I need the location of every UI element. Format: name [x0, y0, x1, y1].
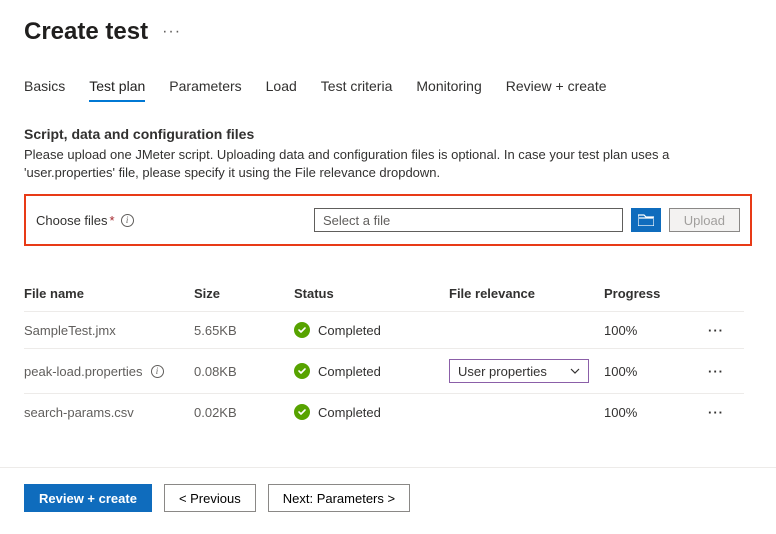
files-table: File name Size Status File relevance Pro… — [24, 276, 744, 430]
file-size-cell: 0.02KB — [194, 405, 294, 420]
section-title: Script, data and configuration files — [24, 126, 752, 142]
footer-bar: Review + create < Previous Next: Paramet… — [0, 467, 776, 512]
file-progress-cell: 100% — [604, 405, 684, 420]
file-select-input[interactable] — [314, 208, 623, 232]
table-row: peak-load.propertiesi0.08KBCompletedUser… — [24, 348, 744, 393]
row-actions-icon[interactable]: ··· — [684, 405, 724, 420]
previous-button[interactable]: < Previous — [164, 484, 256, 512]
info-icon[interactable]: i — [121, 214, 134, 227]
row-actions-icon[interactable]: ··· — [684, 364, 724, 379]
row-actions-icon[interactable]: ··· — [684, 323, 724, 338]
tab-monitoring[interactable]: Monitoring — [416, 74, 481, 102]
file-name-cell: SampleTest.jmx — [24, 323, 194, 338]
tab-load[interactable]: Load — [266, 74, 297, 102]
file-relevance-dropdown[interactable]: User properties — [449, 359, 589, 383]
required-asterisk: * — [110, 213, 115, 228]
tab-basics[interactable]: Basics — [24, 74, 65, 102]
choose-files-label: Choose files * i — [36, 213, 306, 228]
header-size: Size — [194, 286, 294, 301]
page-title: Create test — [24, 18, 148, 46]
header-status: Status — [294, 286, 449, 301]
file-name-cell: search-params.csv — [24, 405, 194, 420]
file-status-cell: Completed — [294, 322, 449, 338]
more-icon[interactable]: ··· — [162, 23, 181, 41]
chevron-down-icon — [570, 364, 580, 379]
file-status-cell: Completed — [294, 363, 449, 379]
upload-button[interactable]: Upload — [669, 208, 740, 232]
file-progress-cell: 100% — [604, 323, 684, 338]
header-progress: Progress — [604, 286, 684, 301]
file-size-cell: 0.08KB — [194, 364, 294, 379]
choose-files-row: Choose files * i Upload — [24, 194, 752, 246]
file-size-cell: 5.65KB — [194, 323, 294, 338]
review-create-button[interactable]: Review + create — [24, 484, 152, 512]
table-row: search-params.csv0.02KBCompleted 100%··· — [24, 393, 744, 430]
tab-bar: Basics Test plan Parameters Load Test criter… — [24, 74, 752, 102]
next-button[interactable]: Next: Parameters > — [268, 484, 410, 512]
header-file-name: File name — [24, 286, 194, 301]
tab-test-criteria[interactable]: Test criteria — [321, 74, 393, 102]
file-name-cell: peak-load.propertiesi — [24, 364, 194, 379]
browse-folder-button[interactable] — [631, 208, 661, 232]
check-circle-icon — [294, 322, 310, 338]
tab-test-plan[interactable]: Test plan — [89, 74, 145, 102]
check-circle-icon — [294, 404, 310, 420]
file-progress-cell: 100% — [604, 364, 684, 379]
header-relevance: File relevance — [449, 286, 604, 301]
tab-review-create[interactable]: Review + create — [506, 74, 607, 102]
info-icon[interactable]: i — [151, 365, 164, 378]
file-relevance-cell: User properties — [449, 359, 604, 383]
table-header: File name Size Status File relevance Pro… — [24, 276, 744, 311]
file-status-cell: Completed — [294, 404, 449, 420]
table-row: SampleTest.jmx5.65KBCompleted 100%··· — [24, 311, 744, 348]
section-description: Please upload one JMeter script. Uploadi… — [24, 146, 744, 182]
check-circle-icon — [294, 363, 310, 379]
folder-icon — [638, 214, 654, 226]
tab-parameters[interactable]: Parameters — [169, 74, 241, 102]
